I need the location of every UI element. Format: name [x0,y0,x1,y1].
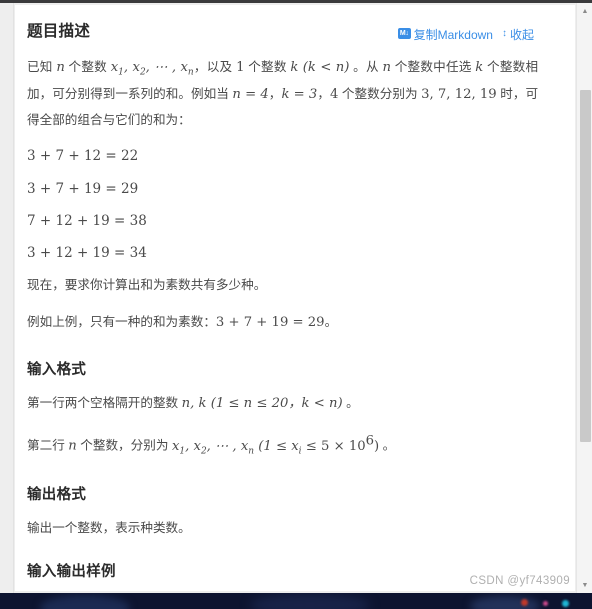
copy-markdown-label: 复制Markdown [413,28,493,42]
p1-t4: 个整数 [244,60,291,74]
output-format-title: 输出格式 [27,486,87,503]
if2-prefix: 第二行 [27,438,69,453]
if1-prefix: 第一行两个空格隔开的整数 [27,395,182,410]
collapse-button[interactable]: ↕ 收起 [502,26,534,43]
header-actions: M↓ 复制Markdown ↕ 收起 [397,26,534,43]
collapse-icon: ↕ [502,28,507,39]
p1-t10: 个整数分别为 [338,87,422,102]
copy-markdown-button[interactable]: M↓ 复制Markdown [397,26,493,43]
wallpaper-dot-cyan [562,600,569,607]
if1-constraint: (1 ≤ n ≤ 20，k < n) [206,395,343,411]
vertical-scrollbar[interactable]: ▲ ▼ [576,3,592,593]
p1-t2: 个整数 [64,60,111,74]
equation-3: 7 + 12 + 19 = 38 [27,212,147,229]
equation-4: 3 + 12 + 19 = 34 [27,245,147,262]
scroll-up-arrow-icon[interactable]: ▲ [577,3,592,19]
input-format-line-2: 第二行 n 个整数，分别为 x1, x2, ⋯ , xn (1 ≤ xi ≤ 5… [27,428,538,461]
desktop-wallpaper-strip [0,593,592,609]
description-paragraph-2: 现在，要求你计算出和为素数共有多少种。 [27,278,267,293]
p1-t6: 个整数中任选 [390,60,476,74]
p1-t8: ， [268,87,282,102]
wallpaper-dot-pink [543,601,548,606]
p1-var-n1: n [56,60,65,75]
p3-equation: 3 + 7 + 19 = 29 [215,314,325,330]
browser-window: 题目描述 M↓ 复制Markdown ↕ 收起 已知 n 个整数 x1, x2,… [0,0,592,609]
description-paragraph-3: 例如上例，只有一种的和为素数：3 + 7 + 19 = 29。 [27,310,538,336]
if2-mid: 个整数，分别为 [76,438,172,453]
p1-t3: ，以及 [193,60,237,74]
if2-constraint: (1 ≤ xi ≤ 5 × 106) [254,433,380,457]
collapse-label: 收起 [509,28,534,42]
problem-card: 题目描述 M↓ 复制Markdown ↕ 收起 已知 n 个整数 x1, x2,… [15,5,575,591]
p1-nums: 3, 7, 12, 19 [421,87,497,103]
equation-1: 3 + 7 + 12 = 22 [27,148,139,165]
if2-n: n [68,438,77,454]
window-top-edge [0,0,592,3]
if1-suffix: 。 [342,395,359,410]
p3-suffix: 。 [324,314,338,329]
wallpaper-dot-red [521,599,528,606]
if1-vars: n, k [181,395,207,411]
p1-t1: 已知 [27,60,57,74]
p1-eq-n: n = 4 [232,87,269,103]
scroll-down-arrow-icon[interactable]: ▼ [577,577,592,593]
section-header: 题目描述 M↓ 复制Markdown ↕ 收起 [27,19,538,43]
markdown-icon: M↓ [397,28,411,39]
p1-var-n2: n [382,60,391,75]
input-format-line-1: 第一行两个空格隔开的整数 n, k (1 ≤ n ≤ 20，k < n) 。 [27,391,538,417]
samples-title: 输入输出样例 [27,564,116,581]
output-format-line-1: 输出一个整数，表示种类数。 [27,520,191,535]
scrollbar-thumb[interactable] [580,90,591,442]
p1-paren-kn: (k < n) [298,60,350,75]
left-gutter [0,3,14,593]
p1-t5: 。从 [349,60,383,74]
problem-content: 题目描述 M↓ 复制Markdown ↕ 收起 已知 n 个整数 x1, x2,… [15,5,560,591]
page-title: 题目描述 [27,23,91,40]
p1-var-x: x1, x2, ⋯ , xn [110,60,194,78]
p1-t9: ， [317,87,330,102]
if2-suffix: 。 [379,438,396,453]
watermark: CSDN @yf743909 [469,575,570,587]
input-format-title: 输入格式 [27,361,87,378]
equation-2: 3 + 7 + 19 = 29 [27,180,139,197]
p1-eq-k: k = 3 [281,87,318,103]
description-paragraph-1: 已知 n 个整数 x1, x2, ⋯ , xn，以及 1 个整数 k (k < … [27,55,538,132]
p3-prefix: 例如上例，只有一种的和为素数： [27,314,216,329]
if2-vars: x1, x2, ⋯ , xn [171,438,255,457]
